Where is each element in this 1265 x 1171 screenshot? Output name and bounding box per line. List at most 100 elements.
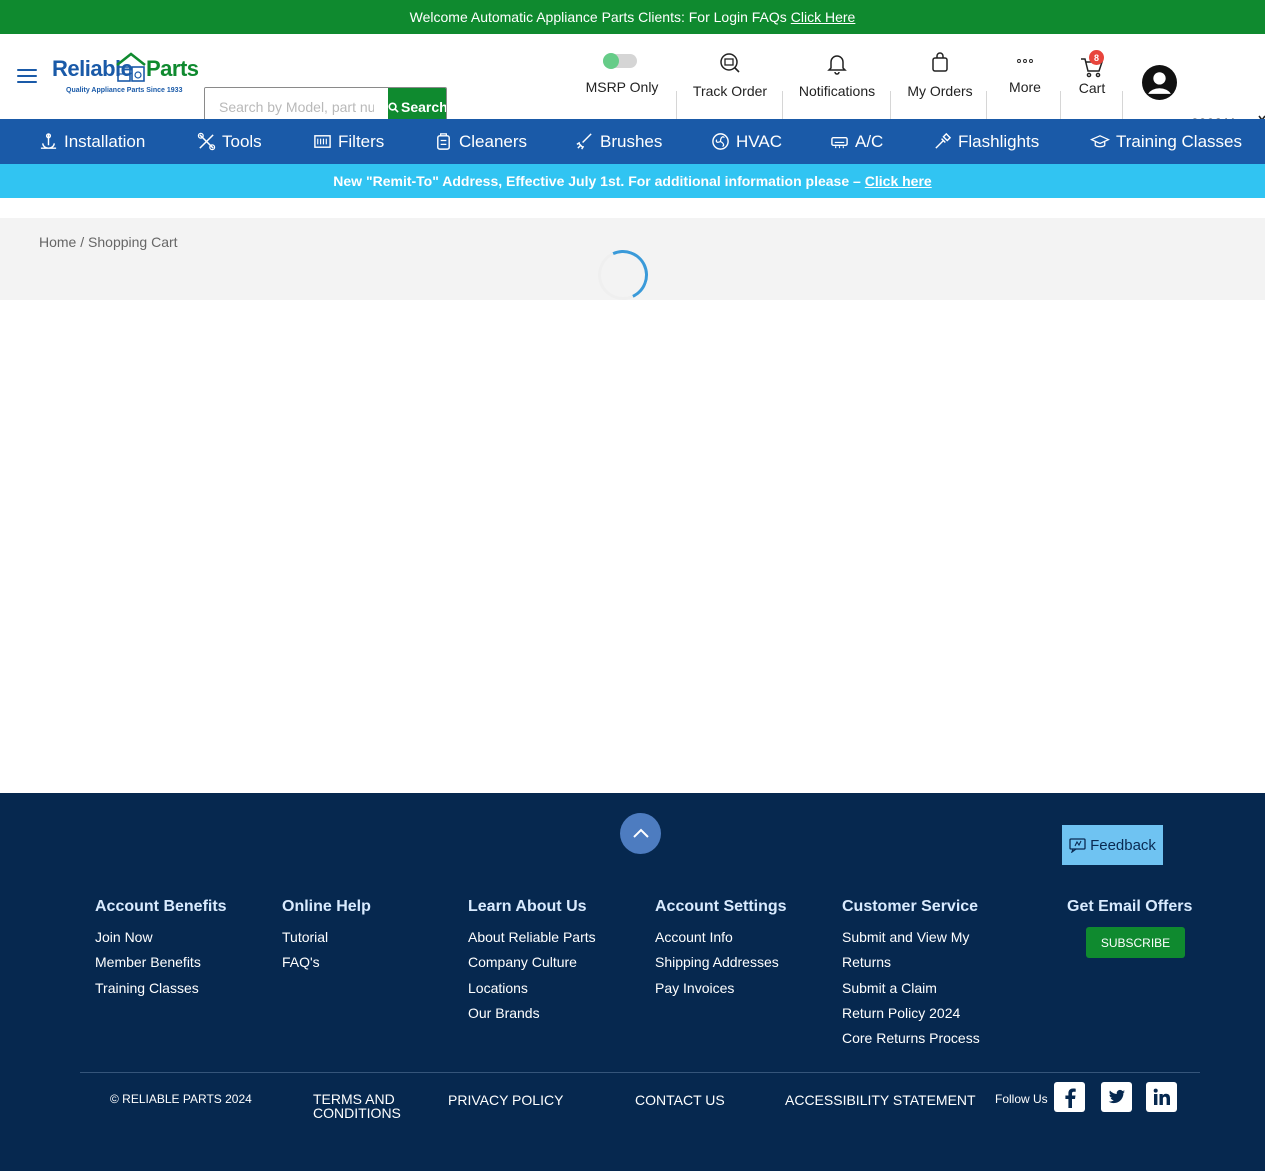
footer-link[interactable]: Tutorial [282,925,371,950]
breadcrumb-home[interactable]: Home [39,234,76,250]
flashlight-icon [935,132,952,149]
installation-icon [40,133,57,149]
remit-notice-bar: New "Remit-To" Address, Effective July 1… [0,164,1265,198]
more-label: More [1009,79,1041,95]
account-avatar-icon[interactable] [1142,65,1177,100]
category-nav: Installation Tools Filters Cleaners Brus… [0,119,1265,164]
terms-link[interactable]: TERMS AND CONDITIONS [313,1092,401,1120]
category-filters[interactable]: Filters [313,119,384,164]
category-installation[interactable]: Installation [39,119,145,164]
promo-login-faq-link[interactable]: Click Here [791,9,856,25]
my-orders-button[interactable]: My Orders [904,34,976,119]
cart-label: Cart [1078,80,1106,96]
category-flashlights[interactable]: Flashlights [933,119,1039,164]
category-hvac[interactable]: HVAC [711,119,782,164]
category-cleaners[interactable]: Cleaners [434,119,527,164]
header-divider [1122,91,1123,119]
breadcrumb-separator: / [80,234,85,250]
site-footer: Feedback Account Benefits Join Now Membe… [0,793,1265,1171]
track-order-button[interactable]: Track Order [690,34,770,119]
follow-us-label: Follow Us [995,1092,1048,1106]
footer-col-title: Online Help [282,898,371,915]
footer-link[interactable]: Member Benefits [95,950,227,975]
feedback-button[interactable]: Feedback [1062,825,1163,865]
footer-link[interactable]: Core Returns Process [842,1026,980,1051]
footer-col-title: Account Benefits [95,898,227,915]
header-divider [890,91,891,119]
footer-col-title: Account Settings [655,898,787,915]
footer-link[interactable]: Submit a Claim [842,976,980,1001]
footer-link[interactable]: Returns [842,950,980,975]
footer-link[interactable]: Shipping Addresses [655,950,787,975]
track-order-icon [720,53,740,73]
category-tools[interactable]: Tools [197,119,262,164]
header-divider [1060,91,1061,119]
footer-link[interactable]: Join Now [95,925,227,950]
menu-icon[interactable] [17,69,37,83]
footer-link[interactable]: Return Policy 2024 [842,1001,980,1026]
site-logo[interactable]: Reliable Parts Quality Appliance Parts S… [52,50,199,100]
loading-spinner [590,242,656,308]
category-training-classes[interactable]: Training Classes [1090,119,1242,164]
breadcrumb: Home / Shopping Cart [39,234,178,250]
footer-link[interactable]: Pay Invoices [655,976,787,1001]
tools-icon [197,132,216,151]
notice-link[interactable]: Click here [865,173,932,189]
twitter-icon[interactable] [1101,1082,1132,1112]
footer-link[interactable]: Submit and View My [842,925,980,950]
breadcrumb-band: Home / Shopping Cart [0,218,1265,308]
msrp-label: MSRP Only [585,79,659,95]
subscribe-button[interactable]: SUBSCRIBE [1086,927,1185,958]
footer-col-title: Learn About Us [468,898,587,915]
graduation-cap-icon [1090,135,1110,148]
notifications-label: Notifications [798,83,876,99]
brushes-icon [576,133,592,150]
contact-link[interactable]: CONTACT US [635,1092,725,1108]
accessibility-link[interactable]: ACCESSIBILITY STATEMENT [785,1092,976,1108]
linkedin-icon[interactable] [1146,1082,1177,1112]
footer-link[interactable]: About Reliable Parts [468,925,596,950]
logo-house-icon [116,52,146,82]
cleaners-icon [437,133,450,150]
site-header: Reliable Parts Quality Appliance Parts S… [0,34,1265,131]
cart-count-badge: 8 [1089,50,1104,65]
footer-col-online-help: Online Help Tutorial FAQ's [282,898,371,976]
cart-button[interactable]: 8 Cart [1072,34,1112,119]
footer-col-email-offers: Get Email Offers [1067,898,1192,925]
privacy-link[interactable]: PRIVACY POLICY [448,1092,563,1108]
chevron-up-icon [632,828,649,838]
scroll-to-top-button[interactable] [620,813,661,854]
logo-word-parts: Parts [146,56,199,81]
msrp-toggle-item[interactable]: MSRP Only [585,34,659,119]
header-divider [986,91,987,119]
logo-tagline: Quality Appliance Parts Since 1933 [66,87,183,94]
feedback-icon [1069,838,1086,853]
search-icon [388,101,399,113]
footer-divider [80,1072,1200,1073]
category-ac[interactable]: A/C [830,119,883,164]
footer-col-learn-about-us: Learn About Us About Reliable Parts Comp… [468,898,596,1026]
footer-link[interactable]: Company Culture [468,950,596,975]
footer-col-title: Get Email Offers [1067,898,1193,915]
breadcrumb-current: Shopping Cart [88,234,178,250]
feedback-label: Feedback [1090,836,1156,854]
notice-text: New "Remit-To" Address, Effective July 1… [333,173,861,189]
hvac-fan-icon [712,133,729,150]
footer-link[interactable]: Account Info [655,925,787,950]
shopping-bag-icon [932,52,948,72]
facebook-icon[interactable] [1054,1082,1085,1112]
my-orders-label: My Orders [907,83,973,99]
notifications-button[interactable]: Notifications [795,34,879,119]
more-button[interactable]: More [1004,34,1046,119]
category-brushes[interactable]: Brushes [575,119,662,164]
bell-icon [827,55,847,75]
header-divider [782,91,783,119]
footer-link[interactable]: Our Brands [468,1001,596,1026]
more-dots-icon [1017,59,1033,63]
footer-link[interactable]: Locations [468,976,596,1001]
footer-col-account-benefits: Account Benefits Join Now Member Benefit… [95,898,227,1001]
search-button-label: Search [401,99,447,115]
footer-link[interactable]: FAQ's [282,950,371,975]
footer-link[interactable]: Training Classes [95,976,227,1001]
footer-col-title: Customer Service [842,898,979,915]
